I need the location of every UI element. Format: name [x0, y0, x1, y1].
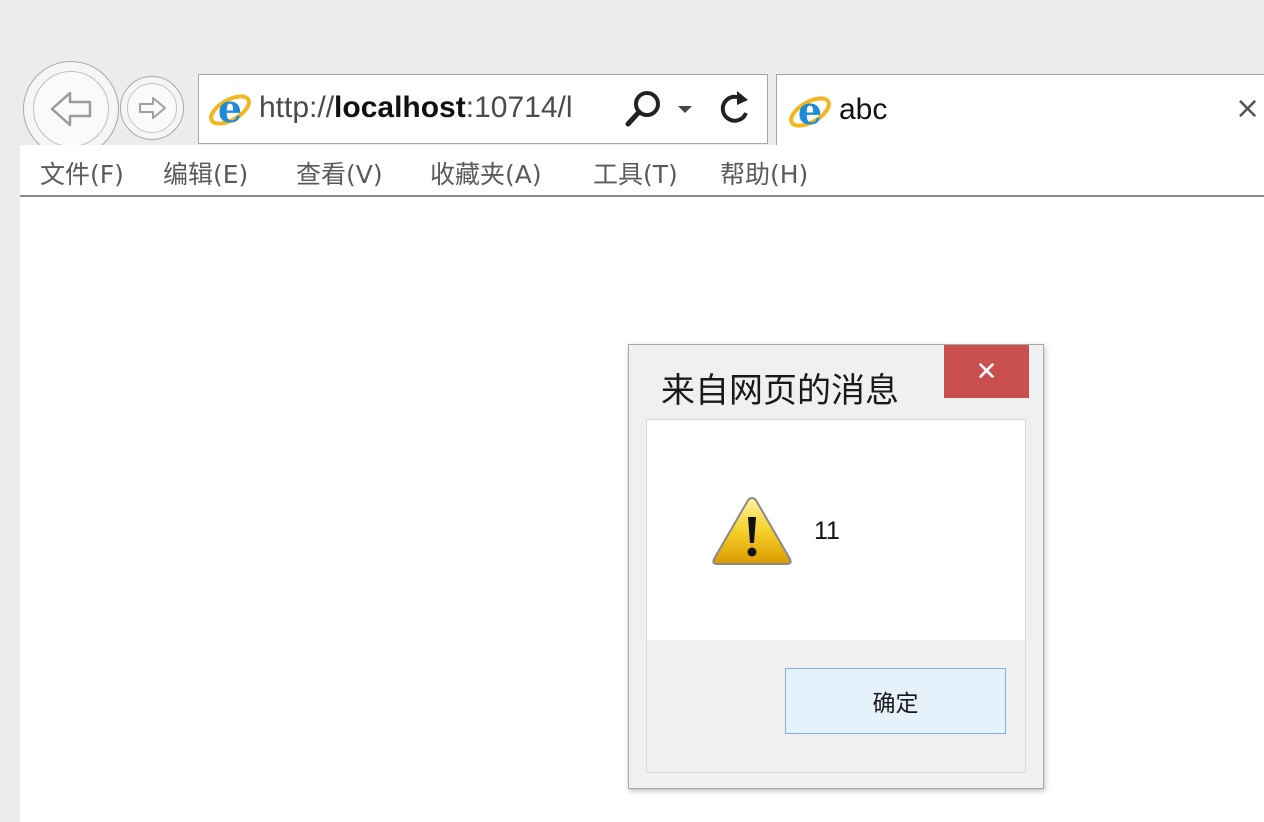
back-button[interactable] [23, 61, 119, 157]
menu-file[interactable]: 文件(F) [40, 155, 124, 191]
ok-button[interactable]: 确定 [785, 668, 1006, 734]
url-scheme: http:// [259, 91, 335, 124]
close-tab-icon[interactable]: × [1235, 91, 1260, 126]
window-left-border [0, 145, 20, 822]
url-host: localhost [334, 91, 466, 124]
svg-text:e: e [798, 89, 822, 133]
ok-button-label: 确定 [872, 691, 919, 717]
menu-bar: 文件(F) 编辑(E) 查看(V) 收藏夹(A) 工具(T) 帮助(H) [20, 145, 1264, 197]
back-button-face [33, 71, 109, 147]
dialog-close-button[interactable]: ✕ [944, 345, 1029, 398]
ie-logo-icon: e [789, 89, 831, 133]
address-url[interactable]: http://localhost:10714/l [259, 91, 614, 125]
menu-edit[interactable]: 编辑(E) [163, 155, 248, 191]
address-bar[interactable]: e http://localhost:10714/l [198, 74, 768, 144]
search-icon[interactable] [623, 89, 663, 129]
menu-view[interactable]: 查看(V) [296, 155, 383, 191]
url-rest: :10714/l [465, 91, 573, 124]
forward-button[interactable] [120, 76, 184, 140]
tab-abc[interactable]: e abc × [776, 74, 1264, 146]
alert-dialog: 来自网页的消息 ✕ 11 确定 [628, 344, 1044, 789]
back-arrow-icon [50, 91, 92, 127]
dialog-title: 来自网页的消息 [661, 371, 899, 411]
dropdown-icon[interactable] [677, 105, 693, 115]
warning-icon [712, 496, 792, 565]
ie-logo-icon: e [209, 87, 251, 131]
forward-arrow-icon [139, 97, 166, 119]
menu-help[interactable]: 帮助(H) [720, 155, 808, 191]
forward-button-face [127, 83, 177, 133]
dialog-message: 11 [814, 517, 840, 545]
menu-favorites[interactable]: 收藏夹(A) [430, 155, 542, 191]
menu-tools[interactable]: 工具(T) [593, 155, 678, 191]
tab-title: abc [839, 93, 888, 126]
svg-text:e: e [218, 87, 242, 131]
refresh-icon[interactable] [715, 89, 753, 129]
close-icon: ✕ [975, 356, 998, 387]
dialog-content: 11 [647, 420, 1025, 640]
dialog-body: 11 确定 [646, 419, 1026, 773]
